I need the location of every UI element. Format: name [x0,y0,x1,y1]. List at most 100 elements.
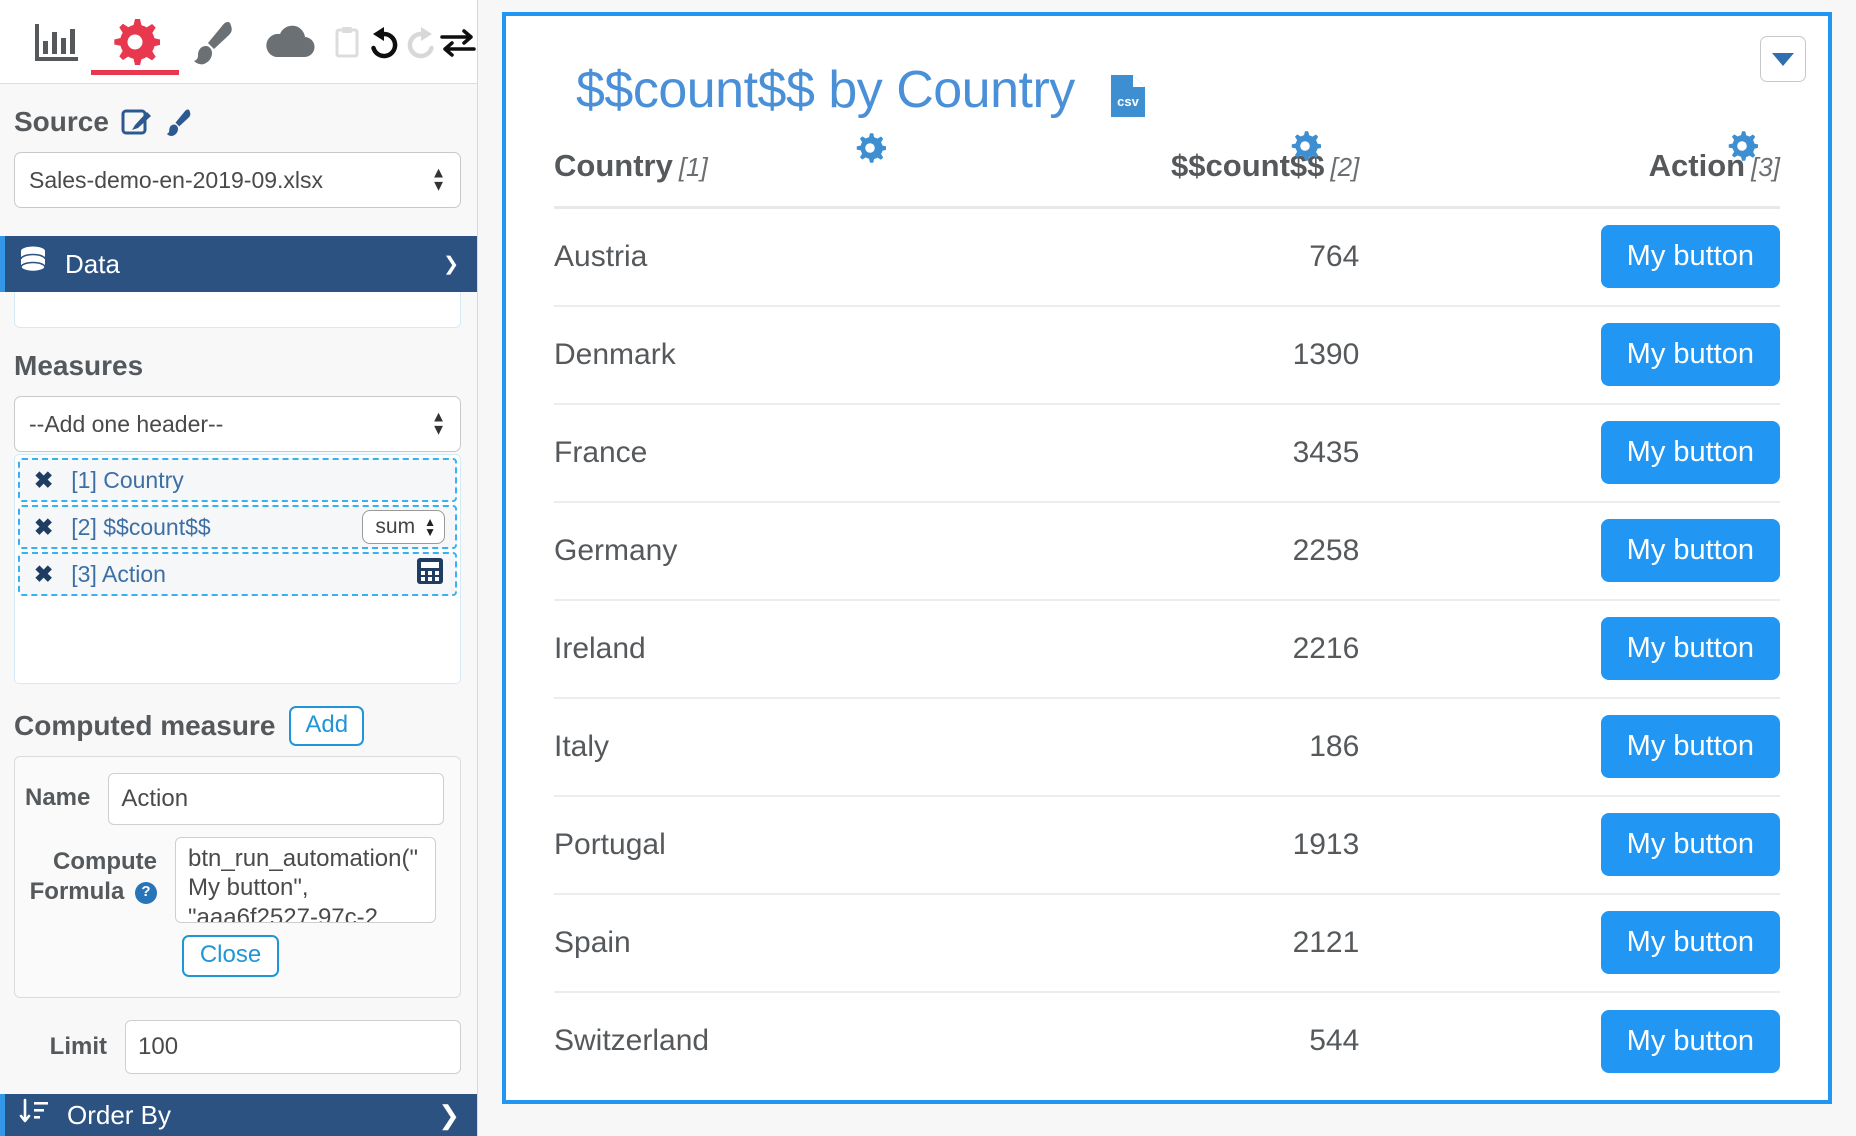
cell-count: 1913 [917,795,1360,895]
source-select-value: Sales-demo-en-2019-09.xlsx [29,166,324,193]
measure-item-count[interactable]: ✖ [2] $$count$$ sum ▲ ▼ [18,505,457,549]
limit-field: Limit [0,998,477,1074]
cell-action: My button [1359,207,1780,307]
chevron-down-icon[interactable]: ❯ [443,253,459,276]
cell-country: Denmark [554,305,918,405]
my-button[interactable]: My button [1600,715,1780,778]
cell-action: My button [1359,697,1780,797]
cell-count: 764 [917,207,1360,307]
computed-formula-textarea[interactable]: btn_run_automation("My button", "aaa6f25… [175,837,436,923]
add-header-value: --Add one header-- [29,410,224,437]
redo-icon[interactable] [403,10,440,74]
limit-input[interactable] [125,1020,461,1074]
table-row: Germany 2258 My button [554,501,1780,601]
table-row: Austria 764 My button [554,207,1780,307]
chart-icon[interactable] [18,10,96,74]
clipboard-icon[interactable] [329,10,366,74]
table-head: Country [1] $$count$$ [2] Action [3] [554,131,1780,209]
computed-measure-header: Computed measure Add [0,684,477,754]
header-index: [1] [678,152,708,182]
limit-label: Limit [49,1033,107,1060]
remove-icon[interactable]: ✖ [34,561,53,588]
measure-item-action[interactable]: ✖ [3] Action [18,552,457,596]
table-row: Portugal 1913 My button [554,795,1780,895]
my-button[interactable]: My button [1600,519,1780,582]
my-button[interactable]: My button [1600,617,1780,680]
gear-icon[interactable] [1289,130,1322,170]
my-button[interactable]: My button [1600,911,1780,974]
column-header-country[interactable]: Country [1] [554,133,918,209]
measure-item-country[interactable]: ✖ [1] Country [18,458,457,502]
measures-label: Measures [0,328,477,392]
cell-count: 1390 [917,305,1360,405]
order-by-panel-header[interactable]: Order By ❯ [0,1094,477,1136]
measure-label: [2] $$count$$ [71,513,211,540]
computed-name-field: Name [25,773,445,825]
paintbrush-icon[interactable] [163,107,193,137]
source-section-label: Source [0,84,477,148]
paintbrush-icon[interactable] [173,10,251,74]
data-panel-body [14,292,461,328]
remove-icon[interactable]: ✖ [34,514,53,541]
my-button[interactable]: My button [1600,323,1780,386]
cell-action: My button [1359,893,1780,993]
gear-icon[interactable] [1726,130,1759,170]
source-label-text: Source [14,106,109,137]
order-by-title: Order By [67,1099,172,1130]
chevron-right-icon[interactable]: ❯ [438,1100,460,1131]
undo-icon[interactable] [366,10,403,74]
gear-icon[interactable] [90,10,179,75]
add-computed-measure-button[interactable]: Add [289,706,365,746]
data-panel-title: Data [65,248,120,279]
column-header-action[interactable]: Action [3] [1359,131,1780,209]
cell-country: Switzerland [554,1024,710,1057]
my-button[interactable]: My button [1600,421,1780,484]
measures-list: ✖ [1] Country ✖ [2] $$count$$ sum ▲ ▼ ✖ [… [14,454,461,684]
close-button[interactable]: Close [181,935,280,977]
cell-count: 544 [1309,1024,1360,1057]
source-select[interactable]: Sales-demo-en-2019-09.xlsx ▲ ▼ [14,152,461,208]
sidebar-body: Source Sales-demo-en-2019-09.xlsx ▲ ▼ Da… [0,84,477,1136]
aggregate-value: sum [375,515,416,538]
my-button[interactable]: My button [1600,813,1780,876]
calculator-icon[interactable] [415,556,445,592]
main-area: $$count$$ by Country csv Country [1] $$c… [478,0,1856,1136]
cell-action: My button [1359,403,1780,503]
spinner-arrows-icon: ▲ ▼ [424,514,436,539]
cell-country: Portugal [554,795,918,895]
cell-country: Spain [554,893,918,993]
csv-file-icon[interactable]: csv [1109,73,1147,117]
help-icon[interactable]: ? [135,881,157,904]
table-row: Spain 2121 My button [554,893,1780,993]
close-row: Close [25,935,436,977]
top-toolbar [0,0,477,84]
name-label: Name [25,784,91,811]
my-button[interactable]: My button [1600,225,1780,289]
formula-label-line1: Compute [53,848,157,875]
computed-name-input[interactable] [108,773,445,825]
results-table: Country [1] $$count$$ [2] Action [3] Aus… [554,131,1780,1090]
table-row: Ireland 2216 My button [554,599,1780,699]
edit-pencil-icon[interactable] [121,107,151,137]
cloud-icon[interactable] [251,10,329,74]
remove-icon[interactable]: ✖ [34,467,53,494]
gear-icon[interactable] [854,132,887,172]
spinner-arrows-icon: ▲ ▼ [431,164,446,194]
table-row: Italy 186 My button [554,697,1780,797]
column-header-count[interactable]: $$count$$ [2] [917,131,1360,209]
my-button[interactable]: My button [1600,1009,1780,1073]
swap-icon[interactable] [440,10,477,74]
computed-measure-card: Name Compute Formula ? btn_run_automatio… [14,756,461,998]
cell-action: My button [1359,992,1780,1090]
cell-action: My button [1359,795,1780,895]
page-title: $$count$$ by Country [576,61,1075,119]
aggregate-select[interactable]: sum ▲ ▼ [362,510,445,544]
spinner-arrows-icon: ▲ ▼ [431,408,446,438]
cell-country: Austria [554,207,918,307]
table-row: France 3435 My button [554,403,1780,503]
table-header-row: Country [1] $$count$$ [2] Action [3] [554,131,1780,209]
card-menu-button[interactable] [1760,36,1806,82]
measures-label-text: Measures [14,350,144,381]
data-panel-header[interactable]: Data ❯ [0,236,477,292]
add-header-select[interactable]: --Add one header-- ▲ ▼ [14,396,461,452]
